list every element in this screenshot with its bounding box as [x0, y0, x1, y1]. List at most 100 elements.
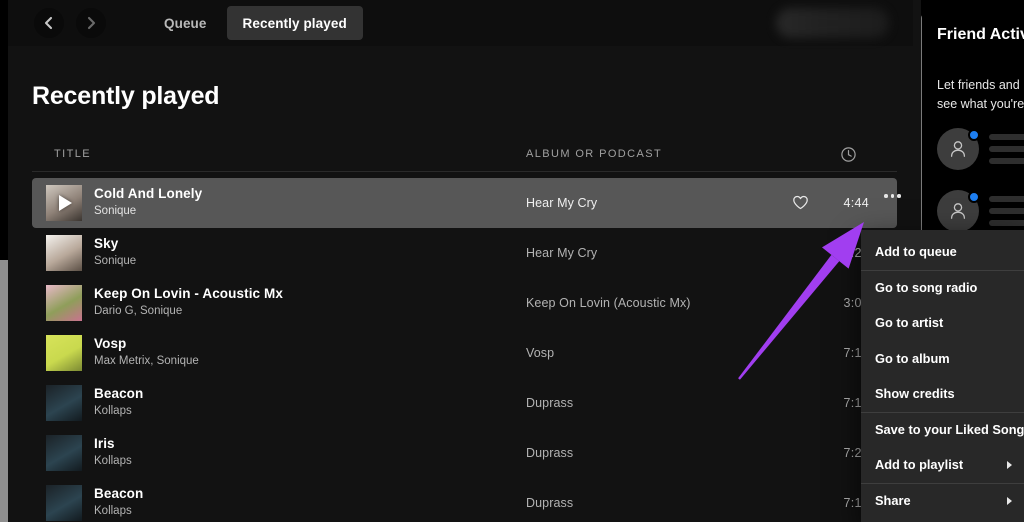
track-table: TITLE ALBUM OR PODCAST Cold And LonelySo… — [32, 140, 897, 522]
album-art — [46, 485, 82, 521]
table-row[interactable]: Keep On Lovin - Acoustic MxDario G, Soni… — [32, 278, 897, 328]
track-artist[interactable]: Sonique — [94, 253, 136, 269]
person-icon — [946, 137, 970, 161]
context-menu-item[interactable]: Go to album — [861, 341, 1024, 377]
track-meta: Cold And LonelySonique — [94, 185, 202, 219]
history-nav-buttons — [34, 8, 106, 38]
page-title: Recently played — [32, 82, 219, 111]
forward-button[interactable] — [76, 8, 106, 38]
album-art — [46, 435, 82, 471]
context-menu-item[interactable]: Go to song radio — [861, 270, 1024, 306]
left-scrollbar-thumb[interactable] — [0, 260, 8, 522]
track-title[interactable]: Keep On Lovin - Acoustic Mx — [94, 285, 283, 302]
back-button[interactable] — [34, 8, 64, 38]
tab-recently-played[interactable]: Recently played — [227, 6, 363, 40]
view-tabs: Queue Recently played — [148, 6, 363, 40]
skeleton-line — [989, 220, 1024, 226]
tab-queue[interactable]: Queue — [148, 6, 223, 40]
friend-skeleton-lines — [989, 134, 1024, 170]
friend-activity-subtitle: Let friends and see what you're — [937, 76, 1024, 114]
submenu-arrow-icon — [1007, 497, 1012, 505]
friend-activity-item[interactable] — [937, 128, 1024, 170]
column-header-title: TITLE — [54, 148, 91, 160]
context-menu-item-label: Save to your Liked Songs — [875, 422, 1024, 437]
track-artist[interactable]: Kollaps — [94, 453, 132, 469]
track-meta: VospMax Metrix, Sonique — [94, 335, 199, 369]
table-row[interactable]: BeaconKollapsDuprass7:19 — [32, 378, 897, 428]
track-artist[interactable]: Sonique — [94, 203, 202, 219]
track-album[interactable]: Hear My Cry — [526, 196, 597, 210]
table-row[interactable]: Cold And LonelySonique Hear My Cry 4:44 — [32, 178, 897, 228]
track-title[interactable]: Iris — [94, 435, 132, 452]
track-album[interactable]: Duprass — [526, 446, 573, 460]
track-title[interactable]: Sky — [94, 235, 136, 252]
album-art — [46, 285, 82, 321]
track-album[interactable]: Hear My Cry — [526, 246, 597, 260]
track-rows: Cold And LonelySoniqueHear My Cry4:44Sky… — [32, 178, 897, 522]
track-title[interactable]: Beacon — [94, 485, 143, 502]
skeleton-line — [989, 196, 1024, 202]
context-menu-item-label: Share — [875, 493, 911, 508]
track-artist[interactable]: Kollaps — [94, 503, 143, 519]
track-album[interactable]: Vosp — [526, 346, 554, 360]
context-menu-item-label: Go to song radio — [875, 280, 977, 295]
context-menu-item[interactable]: Add to playlist — [861, 447, 1024, 483]
context-menu-item-label: Add to queue — [875, 244, 957, 259]
table-row[interactable]: BeaconKollapsDuprass7:19 — [32, 478, 897, 522]
friend-online-badge — [968, 191, 980, 203]
left-edge-strip — [0, 0, 8, 522]
track-artist[interactable]: Kollaps — [94, 403, 143, 419]
play-icon[interactable] — [46, 185, 82, 221]
context-menu-item[interactable]: Show credits — [861, 376, 1024, 412]
friend-activity-subtitle-line2: see what you're — [937, 95, 1024, 114]
chevron-right-icon — [83, 15, 99, 31]
friend-skeleton-lines — [989, 196, 1024, 232]
context-menu-item[interactable]: Add to queue — [861, 234, 1024, 270]
friend-activity-subtitle-line1: Let friends and — [937, 76, 1024, 95]
track-album[interactable]: Duprass — [526, 496, 573, 510]
track-artist[interactable]: Max Metrix, Sonique — [94, 353, 199, 369]
context-menu-item[interactable]: Save to your Liked Songs — [861, 412, 1024, 448]
context-menu-item[interactable]: Share — [861, 483, 1024, 519]
track-album[interactable]: Duprass — [526, 396, 573, 410]
track-duration: 4:44 — [827, 196, 869, 210]
chevron-left-icon — [41, 15, 57, 31]
table-row[interactable]: SkySoniqueHear My Cry:26 — [32, 228, 897, 278]
skeleton-line — [989, 158, 1024, 164]
album-art — [46, 385, 82, 421]
track-meta: Keep On Lovin - Acoustic MxDario G, Soni… — [94, 285, 283, 319]
table-row[interactable]: IrisKollapsDuprass7:28 — [32, 428, 897, 478]
context-menu-item-label: Go to artist — [875, 315, 943, 330]
top-navigation-bar: Queue Recently played — [8, 0, 913, 46]
table-header: TITLE ALBUM OR PODCAST — [32, 140, 897, 172]
album-art — [46, 235, 82, 271]
table-row[interactable]: VospMax Metrix, SoniqueVosp7:18 — [32, 328, 897, 378]
context-menu-item-label: Add to playlist — [875, 457, 963, 472]
context-menu-item[interactable]: Go to artist — [861, 305, 1024, 341]
context-menu-item-label: Go to album — [875, 351, 950, 366]
track-meta: SkySonique — [94, 235, 136, 269]
heart-icon[interactable] — [792, 194, 809, 211]
skeleton-line — [989, 134, 1024, 140]
clock-icon — [840, 146, 857, 163]
user-profile-button[interactable] — [776, 8, 889, 38]
submenu-arrow-icon — [1007, 461, 1012, 469]
skeleton-line — [989, 208, 1024, 214]
track-context-menu: Add to queue Go to song radio Go to artist… — [861, 230, 1024, 522]
friend-online-badge — [968, 129, 980, 141]
album-art — [46, 335, 82, 371]
main-content-area: Queue Recently played Recently played TI… — [8, 0, 913, 522]
spotify-app-window: Queue Recently played Recently played TI… — [0, 0, 1024, 522]
track-title[interactable]: Beacon — [94, 385, 143, 402]
track-meta: BeaconKollaps — [94, 485, 143, 519]
track-title[interactable]: Cold And Lonely — [94, 185, 202, 202]
person-icon — [946, 199, 970, 223]
track-title[interactable]: Vosp — [94, 335, 199, 352]
friend-activity-item[interactable] — [937, 190, 1024, 232]
track-album[interactable]: Keep On Lovin (Acoustic Mx) — [526, 296, 691, 310]
context-menu-item-label: Show credits — [875, 386, 955, 401]
more-options-icon[interactable] — [884, 194, 901, 198]
track-artist[interactable]: Dario G, Sonique — [94, 303, 283, 319]
skeleton-line — [989, 146, 1024, 152]
track-meta: IrisKollaps — [94, 435, 132, 469]
